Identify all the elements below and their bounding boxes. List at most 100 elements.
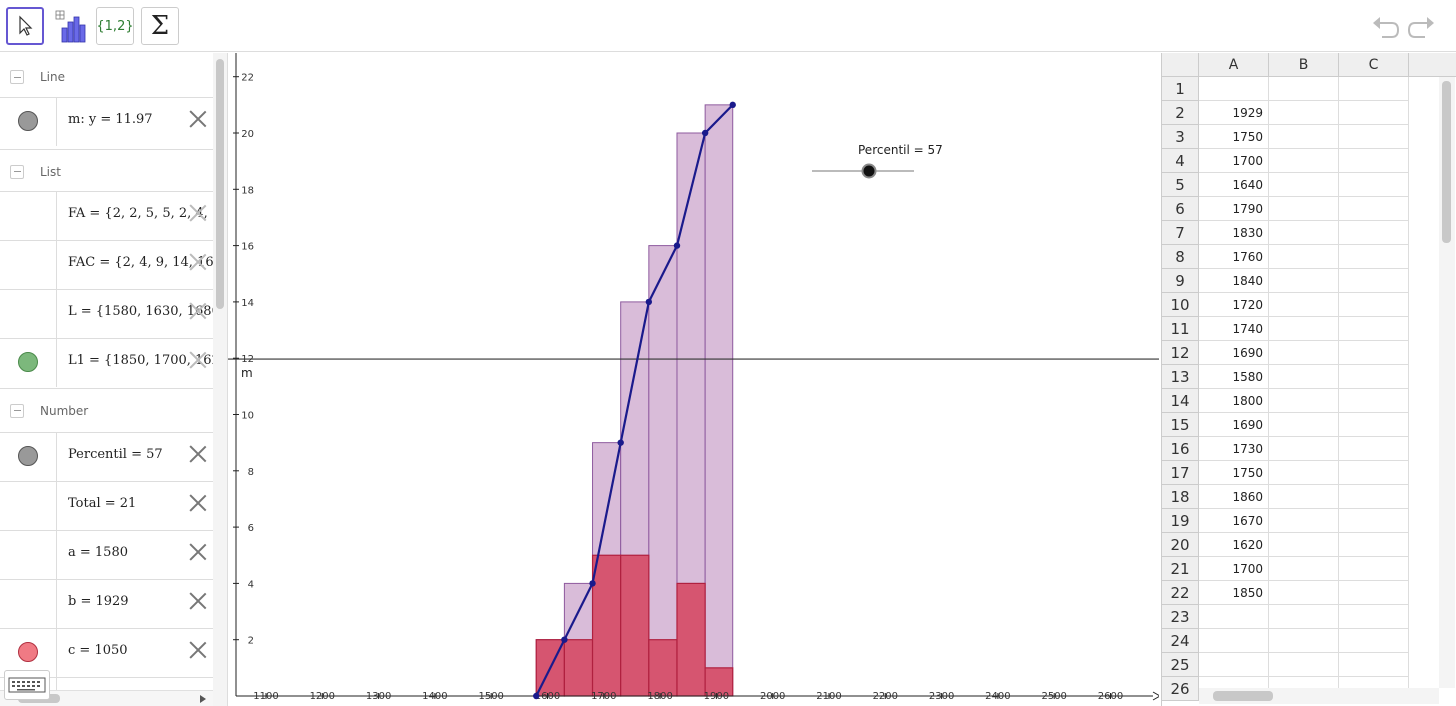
spreadsheet-cell[interactable] (1339, 605, 1409, 629)
spreadsheet-cell[interactable]: 1690 (1199, 341, 1269, 365)
spreadsheet-cell[interactable]: 1750 (1199, 461, 1269, 485)
row-header[interactable]: 25 (1162, 653, 1199, 677)
delete-icon[interactable] (189, 253, 207, 271)
algebra-item-fa[interactable]: FA = {2, 2, 5, 5, 2, 4, 1} (0, 191, 213, 240)
row-header[interactable]: 4 (1162, 149, 1199, 173)
spreadsheet-cell[interactable] (1199, 629, 1269, 653)
sum-tool-button[interactable]: Σ (141, 7, 179, 45)
spreadsheet-cell[interactable] (1339, 293, 1409, 317)
histogram-chart[interactable]: 1100 1200 1300 1400 1500 1600 1700 1800 1900 2000… (228, 53, 1159, 706)
spreadsheet-cell[interactable] (1339, 437, 1409, 461)
row-header[interactable]: 7 (1162, 221, 1199, 245)
spreadsheet-cell[interactable]: 1860 (1199, 485, 1269, 509)
spreadsheet-cell[interactable] (1269, 437, 1339, 461)
spreadsheet-cell[interactable]: 1750 (1199, 125, 1269, 149)
spreadsheet-cell[interactable]: 1640 (1199, 173, 1269, 197)
algebra-scrollbar[interactable] (213, 53, 227, 706)
redo-button[interactable] (1407, 12, 1437, 42)
row-header[interactable]: 26 (1162, 677, 1199, 701)
row-header[interactable]: 21 (1162, 557, 1199, 581)
row-header[interactable]: 9 (1162, 269, 1199, 293)
collapse-icon[interactable] (10, 164, 24, 179)
row-header[interactable]: 1 (1162, 77, 1199, 101)
scroll-thumb[interactable] (1442, 81, 1451, 243)
spreadsheet-horizontal-scrollbar[interactable] (1199, 688, 1439, 704)
spreadsheet-cell[interactable] (1269, 221, 1339, 245)
spreadsheet-cell[interactable] (1339, 197, 1409, 221)
row-header[interactable]: 12 (1162, 341, 1199, 365)
spreadsheet-cell[interactable] (1339, 653, 1409, 677)
spreadsheet-cell[interactable] (1339, 221, 1409, 245)
spreadsheet-cell[interactable]: 1830 (1199, 221, 1269, 245)
delete-icon[interactable] (189, 204, 207, 222)
row-header[interactable]: 22 (1162, 581, 1199, 605)
spreadsheet-cell[interactable] (1339, 101, 1409, 125)
column-header-c[interactable]: C (1339, 53, 1409, 77)
move-tool-button[interactable] (6, 7, 44, 45)
row-header[interactable]: 20 (1162, 533, 1199, 557)
scroll-thumb[interactable] (216, 59, 224, 309)
delete-icon[interactable] (189, 351, 207, 369)
row-header[interactable]: 15 (1162, 413, 1199, 437)
delete-icon[interactable] (189, 592, 207, 610)
algebra-item-total[interactable]: Total = 21 (0, 481, 213, 530)
spreadsheet-cell[interactable]: 1740 (1199, 317, 1269, 341)
spreadsheet-cell[interactable] (1339, 413, 1409, 437)
collapse-icon[interactable] (10, 403, 24, 418)
delete-icon[interactable] (189, 641, 207, 659)
spreadsheet-cell[interactable] (1269, 149, 1339, 173)
spreadsheet-cell[interactable] (1269, 533, 1339, 557)
spreadsheet-cell[interactable]: 1790 (1199, 197, 1269, 221)
row-header[interactable]: 2 (1162, 101, 1199, 125)
spreadsheet-cell[interactable] (1339, 245, 1409, 269)
spreadsheet-cell[interactable] (1269, 461, 1339, 485)
row-header[interactable]: 8 (1162, 245, 1199, 269)
algebra-item-fac[interactable]: FAC = {2, 4, 9, 14, 16, 20, 21} (0, 240, 213, 289)
spreadsheet-cell[interactable]: 1580 (1199, 365, 1269, 389)
row-header[interactable]: 13 (1162, 365, 1199, 389)
row-header[interactable]: 5 (1162, 173, 1199, 197)
delete-icon[interactable] (189, 445, 207, 463)
spreadsheet-cell[interactable]: 1620 (1199, 533, 1269, 557)
spreadsheet-cell[interactable] (1339, 341, 1409, 365)
spreadsheet-cell[interactable] (1339, 533, 1409, 557)
visibility-marble-icon[interactable] (18, 642, 38, 662)
spreadsheet-cell[interactable]: 1760 (1199, 245, 1269, 269)
delete-icon[interactable] (189, 494, 207, 512)
row-header[interactable]: 14 (1162, 389, 1199, 413)
spreadsheet-cell[interactable] (1269, 101, 1339, 125)
spreadsheet-cell[interactable]: 1670 (1199, 509, 1269, 533)
spreadsheet-cell[interactable] (1339, 581, 1409, 605)
algebra-item-a[interactable]: a = 1580 (0, 530, 213, 579)
row-header[interactable]: 19 (1162, 509, 1199, 533)
spreadsheet-cell[interactable] (1269, 557, 1339, 581)
spreadsheet-cell[interactable] (1269, 365, 1339, 389)
scroll-right-arrow-icon[interactable] (198, 694, 208, 704)
spreadsheet-cell[interactable] (1269, 389, 1339, 413)
spreadsheet-cell[interactable] (1269, 125, 1339, 149)
spreadsheet-cell[interactable] (1269, 293, 1339, 317)
algebra-item-m[interactable]: m: y = 11.97 (0, 97, 213, 146)
visibility-marble-icon[interactable] (18, 446, 38, 466)
row-header[interactable]: 16 (1162, 437, 1199, 461)
spreadsheet-cell[interactable]: 1700 (1199, 149, 1269, 173)
spreadsheet-cell[interactable]: 1929 (1199, 101, 1269, 125)
slider-knob[interactable] (861, 163, 877, 179)
algebra-item-l[interactable]: L = {1580, 1630, 1680, 1730, 1780, 1830,… (0, 289, 213, 338)
histogram-tool-button[interactable] (51, 7, 89, 45)
spreadsheet-cell[interactable] (1339, 509, 1409, 533)
spreadsheet-cell[interactable] (1339, 77, 1409, 101)
spreadsheet-cell[interactable] (1339, 317, 1409, 341)
row-header[interactable]: 17 (1162, 461, 1199, 485)
algebra-item-percentil[interactable]: Percentil = 57 (0, 432, 213, 481)
group-header-line[interactable]: Line (0, 55, 213, 99)
spreadsheet-cell[interactable] (1269, 197, 1339, 221)
spreadsheet-cell[interactable] (1339, 173, 1409, 197)
spreadsheet-cell[interactable]: 1840 (1199, 269, 1269, 293)
spreadsheet-cell[interactable] (1339, 149, 1409, 173)
spreadsheet-cell[interactable] (1269, 317, 1339, 341)
graphics-view[interactable]: 1100 1200 1300 1400 1500 1600 1700 1800 1900 2000… (227, 53, 1159, 706)
spreadsheet-cell[interactable] (1339, 125, 1409, 149)
undo-button[interactable] (1370, 12, 1400, 42)
spreadsheet-cell[interactable]: 1720 (1199, 293, 1269, 317)
